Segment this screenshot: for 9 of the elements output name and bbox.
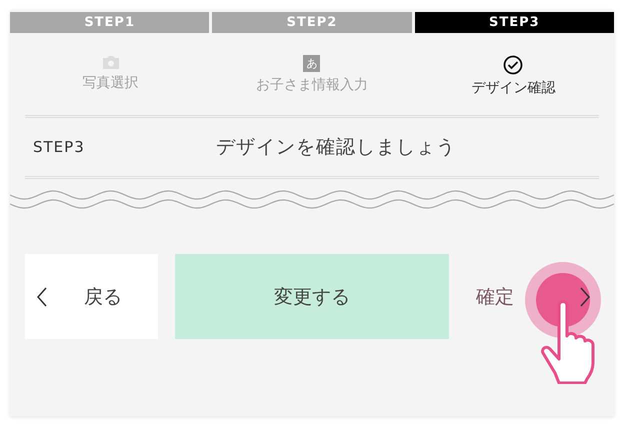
step-label: 写真選択: [82, 74, 139, 92]
step-label: デザイン確認: [471, 79, 556, 97]
confirm-button[interactable]: 確定: [466, 255, 595, 338]
kana-icon: あ: [303, 55, 320, 72]
step-number: STEP3: [33, 138, 86, 156]
page-heading: デザインを確認しましょう: [216, 135, 456, 160]
step-label: お子さま情報入力: [256, 76, 368, 94]
change-button[interactable]: 変更する: [175, 254, 449, 339]
back-button[interactable]: 戻る: [25, 254, 158, 339]
